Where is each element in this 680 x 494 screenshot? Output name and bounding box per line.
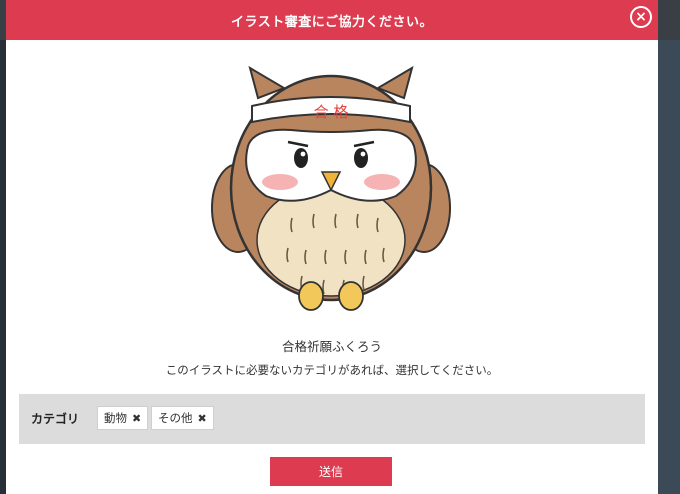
- category-tag-other[interactable]: その他 ✖: [151, 406, 214, 430]
- category-panel: カテゴリ 動物 ✖ その他 ✖: [19, 394, 645, 444]
- remove-tag-icon[interactable]: ✖: [132, 412, 141, 425]
- owl-cheek-right: [364, 174, 400, 190]
- owl-illustration: 合 格: [211, 65, 451, 311]
- category-tag-animal[interactable]: 動物 ✖: [97, 406, 149, 430]
- remove-tag-icon[interactable]: ✖: [198, 412, 207, 425]
- owl-eye-right: [354, 148, 368, 168]
- headband-text: 合 格: [314, 103, 349, 121]
- category-label: カテゴリ: [31, 412, 80, 426]
- illustration-review-modal: イラスト審査にご協力ください。 × 合 格 合格祈願ふくろう このイラストに必要…: [6, 0, 658, 494]
- tag-label: その他: [158, 411, 193, 425]
- modal-header: イラスト審査にご協力ください。: [6, 0, 658, 40]
- submit-button[interactable]: 送信: [270, 457, 392, 486]
- owl-cheek-left: [262, 174, 298, 190]
- close-icon: ×: [635, 9, 647, 25]
- owl-foot-right: [338, 281, 364, 311]
- modal-title: イラスト審査にご協力ください。: [231, 14, 433, 30]
- owl-foot-left: [298, 281, 324, 311]
- illustration-title: 合格祈願ふくろう: [281, 339, 382, 354]
- instruction-text: このイラストに必要ないカテゴリがあれば、選択してください。: [165, 363, 499, 377]
- tag-label: 動物: [104, 411, 127, 425]
- owl-eye-left: [294, 148, 308, 168]
- close-button[interactable]: ×: [630, 6, 652, 28]
- submit-label: 送信: [318, 465, 343, 479]
- page-backdrop-right: [658, 40, 680, 494]
